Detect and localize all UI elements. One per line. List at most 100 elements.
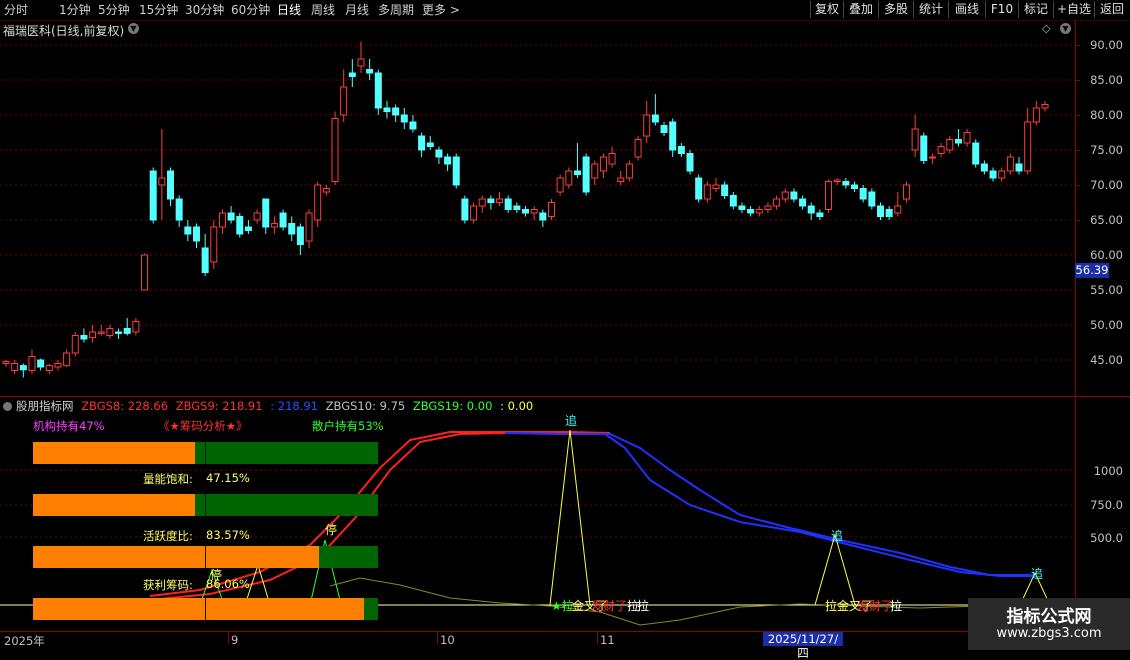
- candle-body: [972, 142, 980, 165]
- candle-body: [522, 209, 529, 214]
- candle-body: [123, 328, 131, 334]
- indicator-value: ZBGS8: 228.66: [81, 399, 169, 413]
- candle-body: [573, 170, 581, 175]
- candle-body: [660, 125, 668, 133]
- candle-body: [799, 198, 807, 207]
- candle-body: [764, 205, 772, 210]
- candle-body: [478, 198, 486, 207]
- candle-body: [591, 163, 599, 179]
- candle-body: [383, 107, 391, 112]
- saturation-label: 量能饱和:: [143, 472, 193, 486]
- candle-body: [253, 212, 261, 221]
- candle-body: [773, 198, 781, 207]
- candle-body: [859, 188, 867, 200]
- pull-star-signal: ★拉: [551, 599, 574, 613]
- candle-body: [409, 121, 417, 130]
- candle-body: [167, 170, 175, 200]
- candle-body: [19, 365, 27, 371]
- candle-body: [911, 128, 919, 151]
- candle-body: [201, 247, 209, 273]
- candle-body: [218, 212, 226, 228]
- panel-divider[interactable]: [0, 396, 1130, 397]
- candle-body: [244, 226, 252, 231]
- indicator-tick: 1000: [1093, 464, 1123, 478]
- candle-body: [322, 188, 330, 193]
- candle-body: [825, 181, 833, 210]
- candle-body: [71, 335, 79, 354]
- institution-holding-label: 机构持有47%: [33, 419, 105, 433]
- current-price-badge: 56.39: [1075, 263, 1109, 278]
- price-axis: 90.00 85.00 80.00 75.00 70.00 65.00 60.0…: [1075, 21, 1130, 396]
- chase-signal: 追: [1031, 567, 1044, 581]
- date-label: 9: [231, 633, 239, 647]
- indicator-menu-icon[interactable]: [3, 402, 12, 411]
- candle-body: [461, 198, 469, 221]
- price-tick: 80.00: [1090, 108, 1123, 122]
- candle-body: [54, 363, 62, 368]
- candle-body: [270, 223, 278, 228]
- candle-body: [617, 177, 625, 182]
- candle-body: [539, 212, 547, 221]
- candle-body: [392, 107, 400, 116]
- candle-body: [487, 198, 495, 203]
- back-button[interactable]: 返回: [1094, 1, 1129, 18]
- candle-body: [842, 181, 850, 186]
- candle-body: [288, 223, 296, 235]
- candle-body: [132, 321, 140, 333]
- candle-body: [262, 198, 270, 228]
- retail-holding-label: 散户持有53%: [312, 419, 384, 433]
- candle-body: [816, 212, 824, 217]
- price-tick: 60.00: [1090, 248, 1123, 262]
- candle-body: [1024, 121, 1032, 172]
- candle-body: [608, 153, 616, 165]
- pull-signal: 拉: [825, 599, 838, 613]
- candle-body: [790, 191, 798, 200]
- watermark: 指标公式网 www.zbgs3.com: [968, 598, 1130, 650]
- candle-body: [357, 58, 365, 67]
- pull-signal: 拉: [890, 599, 903, 613]
- spike-line: [549, 429, 591, 606]
- candle-body: [885, 209, 893, 217]
- candle-body: [928, 156, 936, 159]
- candle-body: [45, 365, 53, 372]
- candle-body: [547, 202, 555, 217]
- candle-body: [686, 153, 694, 172]
- indicator-name[interactable]: 股朋指标网: [16, 399, 74, 413]
- stop-signal: 停: [325, 523, 338, 537]
- date-cursor-badge: 2025/11/27/四: [763, 632, 843, 660]
- candle-body: [348, 72, 356, 77]
- candle-body: [435, 149, 443, 158]
- price-tick: 50.00: [1090, 318, 1123, 332]
- candle-body: [565, 170, 573, 186]
- profit-label: 获利筹码:: [143, 578, 193, 592]
- chip-analysis-label: 《★筹码分析★》: [158, 419, 248, 433]
- candle-body: [175, 198, 183, 221]
- candle-body: [400, 114, 408, 123]
- candle-body: [366, 69, 374, 74]
- candle-body: [868, 191, 876, 207]
- profit-bar: [33, 598, 378, 620]
- candle-body: [894, 205, 902, 214]
- pull-signal: 拉: [637, 599, 650, 613]
- price-tick: 90.00: [1090, 38, 1123, 52]
- candle-body: [946, 139, 954, 151]
- price-tick: 75.00: [1090, 143, 1123, 157]
- candle-body: [582, 156, 590, 193]
- activity-value: 83.57%: [206, 528, 250, 542]
- candle-body: [158, 177, 166, 186]
- candle-body: [807, 205, 815, 214]
- candle-body: [703, 184, 711, 200]
- indicator-value: : 0.00: [500, 399, 534, 413]
- candle-body: [106, 328, 114, 336]
- candle-body: [374, 72, 382, 109]
- candle-body: [876, 205, 884, 217]
- watermark-title: 指标公式网: [1006, 607, 1092, 627]
- candle-body: [729, 195, 737, 207]
- candle-body: [296, 226, 304, 245]
- candle-body: [920, 135, 928, 161]
- candle-body: [426, 142, 434, 147]
- price-tick: 45.00: [1090, 353, 1123, 367]
- candle-body: [954, 139, 962, 144]
- candle-body: [504, 198, 512, 210]
- candle-body: [1015, 163, 1023, 172]
